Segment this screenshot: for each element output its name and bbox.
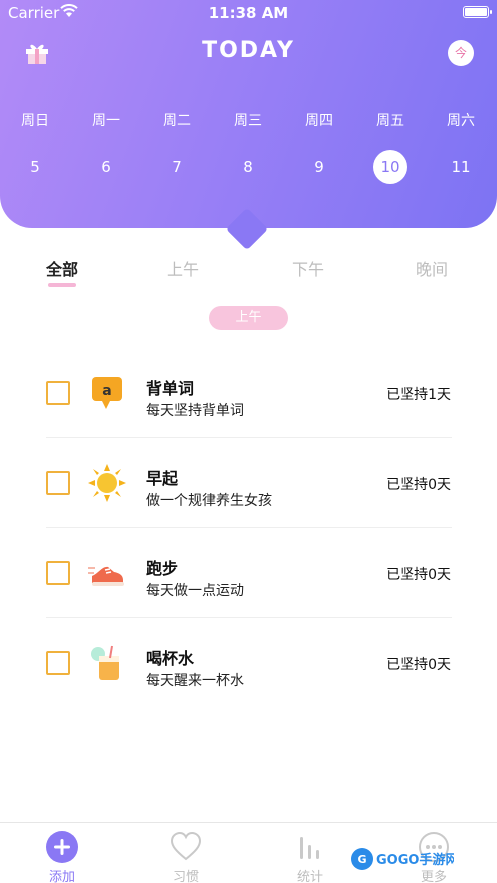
amazon-chat-icon: a: [92, 377, 122, 409]
day-5[interactable]: 周五 10: [365, 110, 415, 184]
habit-streak: 已坚持1天: [386, 387, 451, 403]
sun-icon: [88, 464, 126, 502]
weekday-label: 周五: [376, 113, 404, 129]
tabbar-item-1[interactable]: 习惯: [151, 823, 221, 883]
date-number: 6: [101, 158, 111, 176]
habit-row[interactable]: 喝杯水每天醒来一杯水 已坚持0天: [0, 618, 497, 708]
habit-name: 背单词: [146, 379, 195, 398]
habit-row[interactable]: a 背单词每天坚持背单词 已坚持1天: [0, 348, 497, 438]
weekday-label: 周一: [92, 113, 120, 129]
habit-row[interactable]: 跑步每天做一点运动 已坚持0天: [0, 528, 497, 618]
habit-name: 喝杯水: [146, 649, 195, 668]
drink-cup-icon: [91, 645, 119, 680]
page-title: TODAY: [202, 38, 295, 63]
tabbar-label: 习惯: [172, 870, 199, 883]
section-label: 上午: [209, 306, 288, 330]
clock: 11:38 AM: [208, 4, 289, 22]
habit-description: 每天坚持背单词: [146, 403, 244, 419]
habit-name: 跑步: [146, 559, 179, 578]
tab-1[interactable]: 上午: [167, 256, 199, 280]
app-screen: Carrier 11:38 AM TODAY 今 周日 5 周一 6 周二 7 周三 8 周四 9…: [0, 0, 497, 883]
date-number: 11: [451, 158, 471, 176]
tab-2[interactable]: 下午: [292, 256, 324, 280]
tabbar-item-2[interactable]: 统计: [275, 823, 345, 883]
stats-icon: [300, 837, 319, 859]
svg-text:GOGO手游网: GOGO手游网: [376, 852, 454, 868]
tabbar-label: 统计: [296, 870, 323, 883]
period-tabs: 全部 上午 下午 晚间: [0, 256, 497, 296]
habit-checkbox[interactable]: [46, 561, 70, 585]
day-4[interactable]: 周四 9: [294, 110, 344, 184]
date-number: 9: [314, 158, 324, 176]
habit-checkbox[interactable]: [46, 471, 70, 495]
week-strip: 周日 5 周一 6 周二 7 周三 8 周四 9 周五 10 周六 11: [0, 110, 497, 190]
watermark-logo: G GOGO手游网: [351, 848, 454, 870]
day-3[interactable]: 周三 8: [223, 110, 273, 184]
weekday-label: 周三: [234, 113, 262, 129]
add-icon: [46, 831, 78, 863]
tabbar-label: 添加: [48, 870, 75, 883]
day-1[interactable]: 周一 6: [81, 110, 131, 184]
battery-icon: [463, 6, 492, 18]
heart-icon: [170, 831, 202, 861]
weekday-label: 周四: [305, 113, 333, 129]
status-bar: Carrier 11:38 AM: [0, 0, 497, 26]
weekday-label: 周二: [163, 113, 191, 129]
day-6[interactable]: 周六 11: [436, 110, 486, 184]
date-number: 8: [243, 158, 253, 176]
habit-streak: 已坚持0天: [386, 567, 451, 583]
day-2[interactable]: 周二 7: [152, 110, 202, 184]
tabbar-item-0[interactable]: 添加: [27, 823, 97, 883]
date-number: 7: [172, 158, 182, 176]
date-number: 10: [373, 150, 407, 184]
tab-3[interactable]: 晚间: [416, 256, 448, 280]
weekday-label: 周日: [21, 113, 49, 129]
tab-0[interactable]: 全部: [46, 256, 78, 280]
habit-name: 早起: [146, 469, 179, 488]
habit-row[interactable]: 早起做一个规律养生女孩 已坚持0天: [0, 438, 497, 528]
active-tab-indicator: [48, 283, 76, 287]
habit-description: 每天醒来一杯水: [146, 673, 244, 689]
habit-checkbox[interactable]: [46, 381, 70, 405]
habit-streak: 已坚持0天: [386, 477, 451, 493]
habit-description: 每天做一点运动: [146, 583, 244, 599]
day-0[interactable]: 周日 5: [10, 110, 60, 184]
svg-text:G: G: [357, 853, 366, 866]
sneaker-icon: [88, 566, 124, 586]
habit-streak: 已坚持0天: [386, 657, 451, 673]
today-button[interactable]: 今: [448, 40, 474, 66]
habit-checkbox[interactable]: [46, 651, 70, 675]
habit-description: 做一个规律养生女孩: [146, 493, 272, 509]
weekday-label: 周六: [447, 113, 475, 129]
date-number: 5: [30, 158, 40, 176]
svg-text:a: a: [102, 383, 111, 399]
